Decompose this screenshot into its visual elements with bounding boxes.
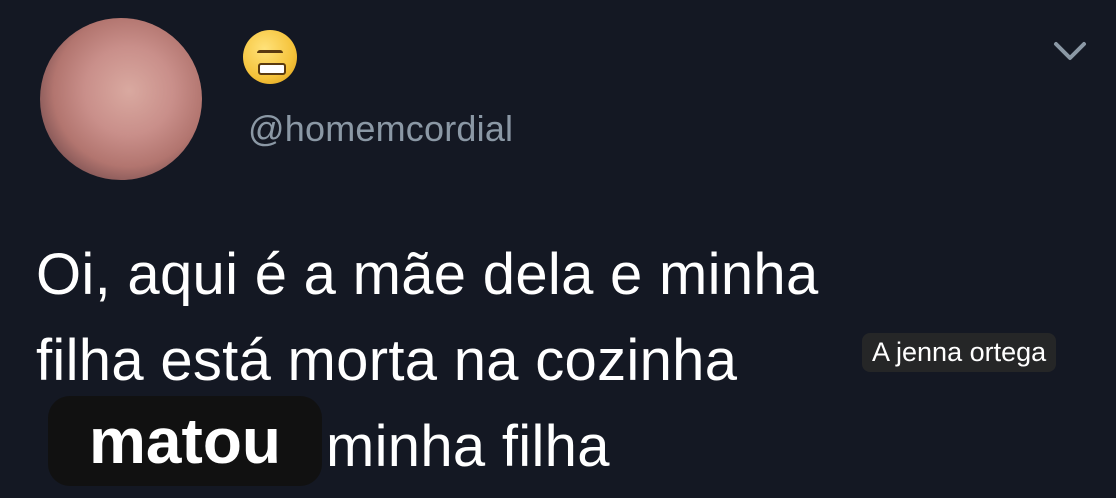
angry-face-icon (243, 30, 297, 84)
tweet-line: Oi, aqui é a mãe dela e minha (36, 242, 819, 307)
chevron-down-icon[interactable] (1050, 36, 1090, 66)
emoji-mouth (258, 63, 286, 75)
emoji-eyes (257, 50, 283, 59)
profile-avatar[interactable] (40, 18, 202, 180)
text-sticker-label: A jenna ortega (862, 333, 1057, 372)
profile-handle[interactable]: @homemcordial (248, 108, 513, 150)
text-sticker-caption: matou (48, 396, 322, 486)
